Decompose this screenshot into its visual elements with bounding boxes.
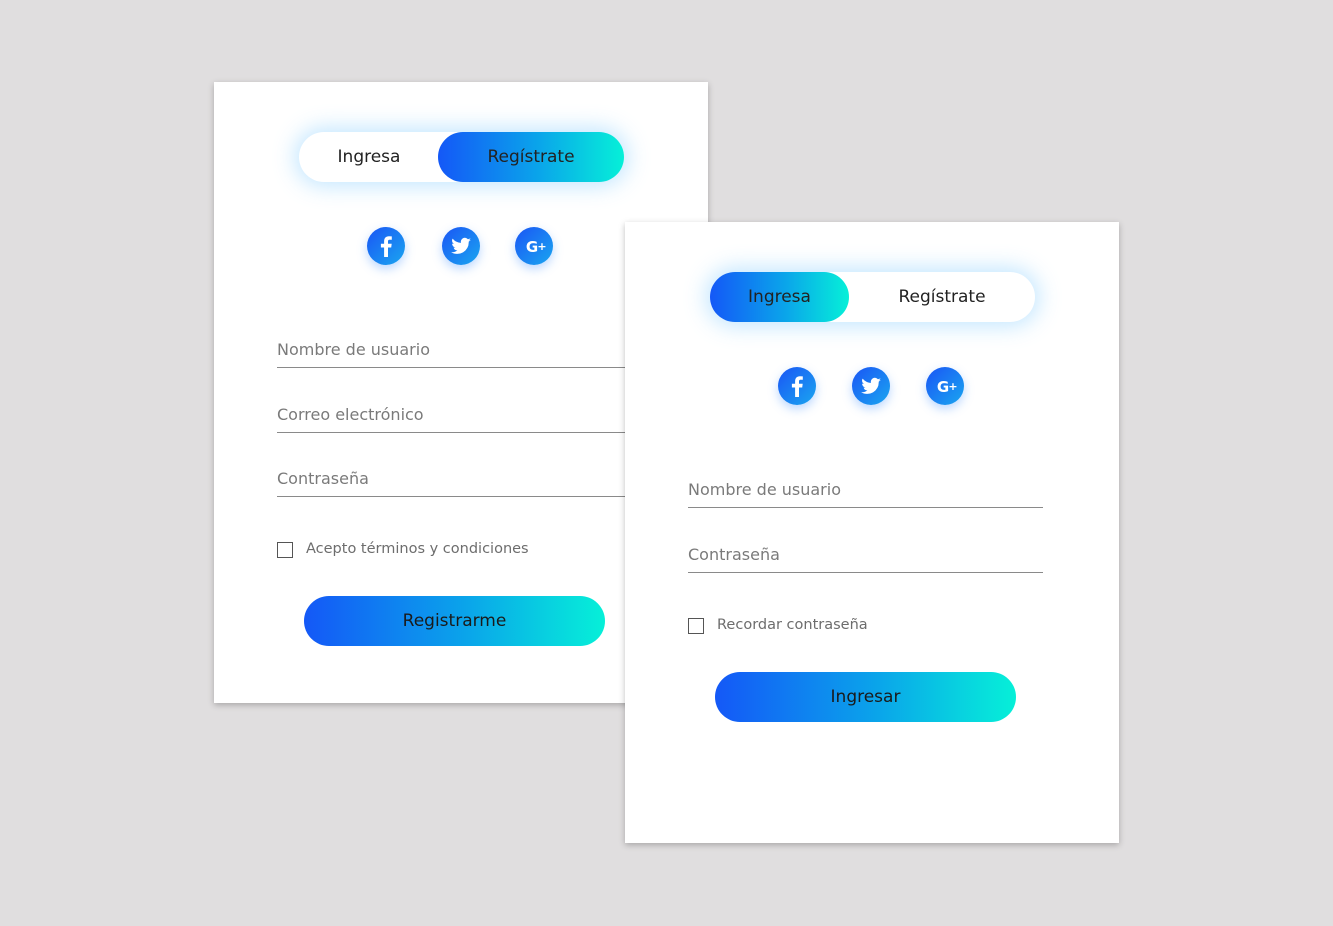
username-input[interactable] bbox=[688, 480, 1043, 499]
svg-text:+: + bbox=[537, 240, 546, 253]
svg-text:+: + bbox=[948, 380, 957, 393]
tab-login[interactable]: Ingresa bbox=[299, 132, 439, 182]
password-field bbox=[277, 452, 632, 497]
login-card: Ingresa Regístrate G+ Recordar contraseñ… bbox=[625, 222, 1119, 843]
tab-login[interactable]: Ingresa bbox=[710, 272, 849, 322]
email-input[interactable] bbox=[277, 405, 632, 424]
password-input[interactable] bbox=[688, 545, 1043, 564]
login-button[interactable]: Ingresar bbox=[715, 672, 1016, 722]
password-input[interactable] bbox=[277, 469, 632, 488]
google-plus-icon[interactable]: G + bbox=[515, 227, 553, 265]
twitter-icon[interactable] bbox=[442, 227, 480, 265]
remember-label: Recordar contraseña bbox=[717, 617, 868, 633]
remember-checkbox[interactable] bbox=[688, 618, 704, 634]
google-plus-icon[interactable]: G + bbox=[926, 367, 964, 405]
password-field bbox=[688, 528, 1043, 573]
terms-label: Acepto términos y condiciones bbox=[306, 541, 529, 557]
tab-register[interactable]: Regístrate bbox=[849, 272, 1035, 322]
social-login-row: G + bbox=[625, 367, 1119, 407]
facebook-icon[interactable] bbox=[778, 367, 816, 405]
facebook-icon[interactable] bbox=[367, 227, 405, 265]
svg-text:G: G bbox=[937, 378, 949, 396]
username-input[interactable] bbox=[277, 340, 632, 359]
username-field bbox=[277, 323, 632, 368]
register-button[interactable]: Registrarme bbox=[304, 596, 605, 646]
login-mode-toggle: Ingresa Regístrate bbox=[710, 272, 1035, 322]
username-field bbox=[688, 463, 1043, 508]
email-field bbox=[277, 388, 632, 433]
register-mode-toggle: Ingresa Regístrate bbox=[299, 132, 624, 182]
terms-checkbox[interactable] bbox=[277, 542, 293, 558]
tab-register[interactable]: Regístrate bbox=[438, 132, 624, 182]
svg-text:G: G bbox=[526, 238, 538, 256]
twitter-icon[interactable] bbox=[852, 367, 890, 405]
